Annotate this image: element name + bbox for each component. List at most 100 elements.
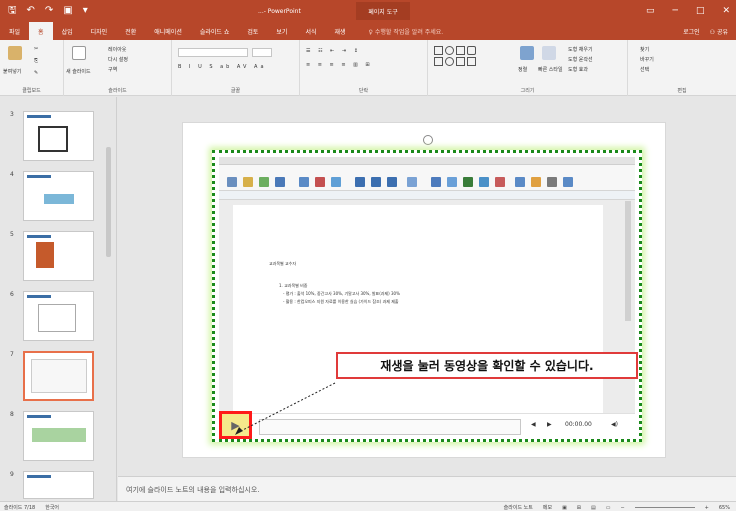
shape-oval-icon[interactable] <box>445 46 454 55</box>
zoom-level[interactable]: 65% <box>719 505 730 511</box>
format-painter-icon[interactable]: ✎ <box>34 70 38 76</box>
status-bar: 슬라이드 7/18 한국어 슬라이드 노트 메모 ▣ ⊞ ▤ ▭ − + 65% <box>0 501 736 511</box>
group-font: B I U S ab AV Aa 글꼴 <box>172 40 300 96</box>
video-app-icon <box>355 177 365 187</box>
thumbnail-title-bar <box>27 475 51 478</box>
shape-circle-icon[interactable] <box>445 57 454 66</box>
zoom-in-icon[interactable]: + <box>705 505 709 511</box>
align-buttons[interactable]: ≡ ≡ ≡ ≡ ▥ ⊞ <box>306 62 373 68</box>
normal-view-icon[interactable]: ▣ <box>562 505 567 511</box>
person-icon: ⚇ <box>709 28 716 36</box>
start-from-beginning-icon[interactable]: ▣ <box>63 6 72 16</box>
video-line: - 평가 : 출석 10%, 중간고사 30%, 기말고사 30%, 발표(과제… <box>283 291 400 296</box>
shape-effects-button[interactable]: 도형 효과 <box>568 66 588 73</box>
quick-styles-icon[interactable] <box>542 46 556 60</box>
tab-review[interactable]: 검토 <box>238 22 267 40</box>
tab-playback[interactable]: 재생 <box>326 22 355 40</box>
login-link[interactable]: 로그인 <box>683 27 700 36</box>
video-heading: 교과목별 교수자 <box>269 261 297 266</box>
arrange-label[interactable]: 정렬 <box>518 66 527 73</box>
new-slide-icon[interactable] <box>72 46 86 60</box>
shape-rounded-icon[interactable] <box>467 46 476 55</box>
video-scrollbar <box>625 201 631 321</box>
slide-thumbnail-selected[interactable] <box>23 351 94 401</box>
slide-number: 3 <box>10 111 14 118</box>
tab-view[interactable]: 보기 <box>267 22 296 40</box>
reset-button[interactable]: 다시 설정 <box>108 56 128 63</box>
slide-sorter-icon[interactable]: ⊞ <box>577 505 581 511</box>
video-menubar <box>219 157 635 165</box>
back-button[interactable]: ◀ <box>531 421 536 428</box>
tab-insert[interactable]: 삽입 <box>53 22 82 40</box>
share-button[interactable]: ⚇ 공유 <box>710 27 728 36</box>
slide-thumbnail[interactable] <box>23 471 94 499</box>
undo-icon[interactable]: ↶ <box>27 6 35 16</box>
arrange-icon[interactable] <box>520 46 534 60</box>
tab-format[interactable]: 서식 <box>296 22 325 40</box>
tab-design[interactable]: 디자인 <box>82 22 117 40</box>
find-button[interactable]: 찾기 <box>640 46 649 53</box>
copy-icon[interactable]: ⎘ <box>34 58 38 64</box>
ribbon-display-icon[interactable]: ▭ <box>646 6 655 16</box>
tell-me-search[interactable]: ♀ 수행할 작업을 알려 주세요. <box>369 27 444 36</box>
select-button[interactable]: 선택 <box>640 66 649 73</box>
slide-thumbnail-pane: 3 4 5 6 7 8 9 <box>0 97 117 501</box>
paste-label[interactable]: 붙여넣기 <box>3 68 21 75</box>
font-size-dropdown[interactable] <box>252 48 272 57</box>
customize-qat-icon[interactable]: ▾ <box>83 6 88 16</box>
replace-button[interactable]: 바꾸기 <box>640 56 654 63</box>
tab-home[interactable]: 홈 <box>29 22 53 40</box>
maximize-button[interactable]: □ <box>696 6 705 16</box>
language-indicator[interactable]: 한국어 <box>45 504 59 511</box>
cut-icon[interactable]: ✂ <box>34 46 38 52</box>
slide-thumbnail[interactable] <box>23 231 94 281</box>
tab-transitions[interactable]: 전환 <box>116 22 145 40</box>
callout-box: 재생을 눌러 동영상을 확인할 수 있습니다. <box>336 352 638 379</box>
list-buttons[interactable]: ☰ ☷ ⇤ ⇥ ↕ <box>306 48 361 54</box>
slideshow-view-icon[interactable]: ▭ <box>606 505 611 511</box>
tab-animations[interactable]: 애니메이션 <box>145 22 191 40</box>
quick-styles-label[interactable]: 빠른 스타일 <box>538 66 563 73</box>
comments-toggle[interactable]: 메모 <box>543 504 552 511</box>
section-button[interactable]: 구역 <box>108 66 117 73</box>
current-slide[interactable]: 교과목별 교수자 1. 교과목별 비중 - 평가 : 출석 10%, 중간고사 … <box>182 122 666 458</box>
thumbnail-scrollbar[interactable] <box>106 147 111 257</box>
shape-line-icon[interactable] <box>467 57 476 66</box>
notes-toggle[interactable]: 슬라이드 노트 <box>504 504 533 511</box>
slide-count: 슬라이드 7/18 <box>4 505 36 511</box>
rotate-handle-icon[interactable] <box>423 135 433 145</box>
shape-rectangle-icon[interactable] <box>434 46 443 55</box>
slide-thumbnail[interactable] <box>23 291 94 341</box>
minimize-button[interactable]: ─ <box>673 6 678 16</box>
forward-button[interactable]: ▶ <box>547 421 552 428</box>
callout-arrow <box>235 382 336 435</box>
shape-triangle-icon[interactable] <box>456 57 465 66</box>
zoom-slider[interactable] <box>634 507 695 508</box>
new-slide-label[interactable]: 새 슬라이드 <box>66 68 91 75</box>
layout-button[interactable]: 레이아웃 <box>108 46 126 53</box>
redo-icon[interactable]: ↷ <box>45 6 53 16</box>
slide-thumbnail[interactable] <box>23 111 94 161</box>
paste-icon[interactable] <box>8 46 22 60</box>
font-format-buttons[interactable]: B I U S ab AV Aa <box>178 64 267 70</box>
group-drawing: 정렬 빠른 스타일 도형 채우기 도형 윤곽선 도형 효과 그리기 <box>428 40 628 96</box>
reading-view-icon[interactable]: ▤ <box>591 505 596 511</box>
zoom-out-icon[interactable]: − <box>620 505 624 511</box>
video-formatbar <box>219 191 635 200</box>
slide-thumbnail[interactable] <box>23 171 94 221</box>
shape-textbox-icon[interactable] <box>456 46 465 55</box>
shape-outline-button[interactable]: 도형 윤곽선 <box>568 56 593 63</box>
notes-pane[interactable]: 여기에 슬라이드 노트의 내용을 입력하십시오. <box>118 476 736 501</box>
video-app-icon <box>387 177 397 187</box>
drawing-group-label: 그리기 <box>520 88 535 94</box>
shape-fill-button[interactable]: 도형 채우기 <box>568 46 593 53</box>
font-name-dropdown[interactable] <box>178 48 248 57</box>
close-button[interactable]: ✕ <box>722 6 730 16</box>
tab-slideshow[interactable]: 슬라이드 쇼 <box>191 22 239 40</box>
volume-button[interactable]: ◀) <box>611 421 618 428</box>
save-icon[interactable]: 🖫 <box>8 6 17 16</box>
tab-file[interactable]: 파일 <box>0 22 29 40</box>
shape-square-icon[interactable] <box>434 57 443 66</box>
video-app-icon <box>275 177 285 187</box>
slide-thumbnail[interactable] <box>23 411 94 461</box>
